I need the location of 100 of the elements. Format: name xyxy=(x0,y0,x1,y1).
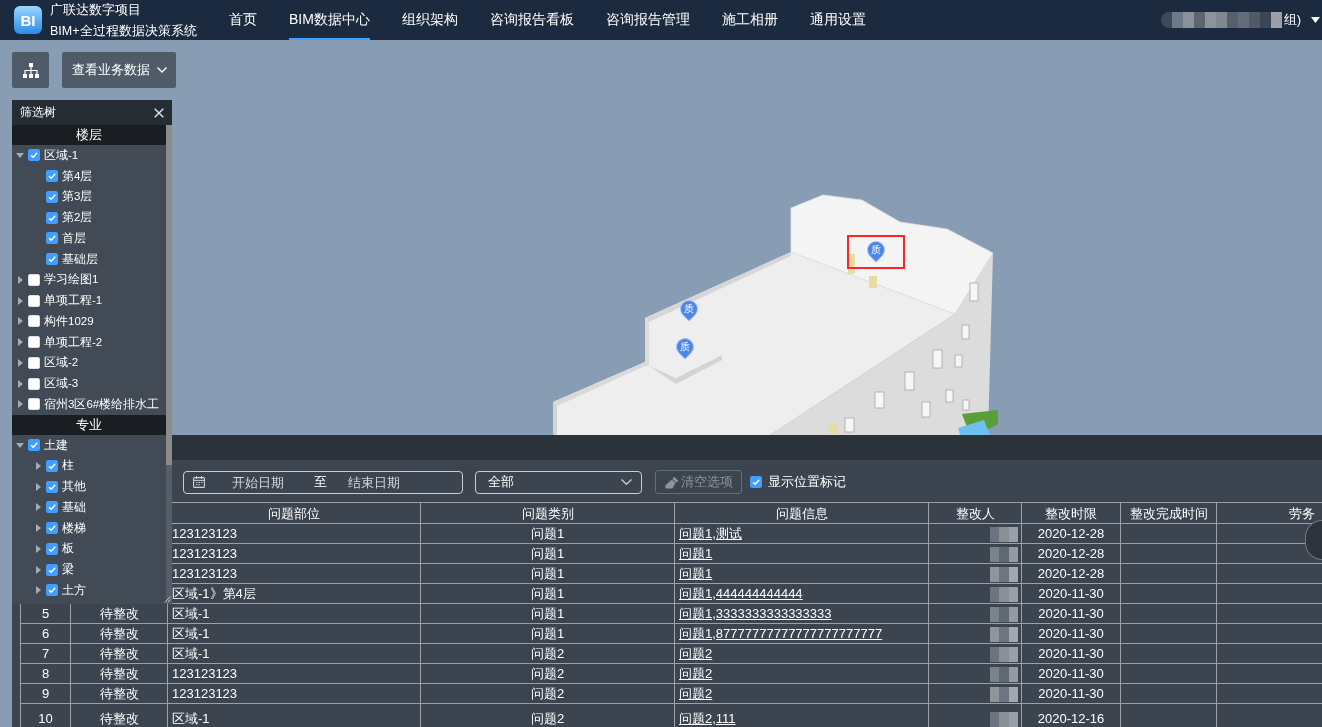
side-float-button[interactable] xyxy=(1305,520,1322,560)
nav-tab[interactable]: 首页 xyxy=(229,0,257,40)
table-cell: 9 xyxy=(20,683,71,704)
tree-item-label[interactable]: 梁 xyxy=(62,562,74,578)
table-cell: 123123123 xyxy=(167,683,421,704)
checkbox[interactable] xyxy=(28,149,40,162)
checkbox[interactable] xyxy=(750,476,762,488)
caret-right-icon[interactable] xyxy=(17,275,23,284)
issue-link[interactable]: 问题2,111 xyxy=(679,711,736,726)
scrollbar-thumb[interactable] xyxy=(166,125,172,465)
table-cell: 问题2 xyxy=(420,663,675,684)
caret-right-icon[interactable] xyxy=(35,524,41,533)
tree-item-label[interactable]: 其他 xyxy=(62,479,86,495)
tree-item-label[interactable]: 土建 xyxy=(44,437,68,453)
location-pin[interactable]: 质 xyxy=(679,299,699,323)
table-cell: 问题1 xyxy=(420,563,675,584)
tree-item-label[interactable]: 区域-3 xyxy=(44,376,79,392)
column-header: 问题信息 xyxy=(775,505,828,521)
table-cell: 问题1 xyxy=(420,623,675,644)
tree-item-label[interactable]: 第2层 xyxy=(62,210,93,226)
checkbox[interactable] xyxy=(46,459,58,472)
tree-item-label[interactable]: 楼梯 xyxy=(62,520,86,536)
caret-right-icon[interactable] xyxy=(17,379,23,388)
issue-link[interactable]: 问题2 xyxy=(679,666,713,681)
chevron-down-icon[interactable] xyxy=(621,479,632,485)
issue-link[interactable]: 问题2 xyxy=(679,686,713,701)
table-cell: 区域-1 xyxy=(167,643,421,664)
caret-right-icon[interactable] xyxy=(17,317,23,326)
checkbox[interactable] xyxy=(46,522,58,535)
tree-item-label[interactable]: 第3层 xyxy=(62,189,93,205)
start-date-field[interactable]: 开始日期 xyxy=(218,473,298,491)
nav-tab[interactable]: 施工相册 xyxy=(721,0,778,40)
checkbox[interactable] xyxy=(46,480,58,493)
nav-tab[interactable]: 通用设置 xyxy=(809,0,866,40)
tree-item-label[interactable]: 单项工程-1 xyxy=(44,293,103,309)
tree-item-label[interactable]: 单项工程-2 xyxy=(44,334,103,350)
scrollbar-track[interactable] xyxy=(166,125,172,604)
nav-tab[interactable]: 组织架构 xyxy=(401,0,458,40)
user-name[interactable]: 组) xyxy=(1283,11,1301,29)
tree-item-label[interactable]: 区域-1 xyxy=(44,147,79,163)
table-cell: 2020-12-28 xyxy=(1021,523,1121,544)
calendar-icon[interactable] xyxy=(193,476,205,488)
table-cell: 问题2 xyxy=(420,643,675,664)
checkbox[interactable] xyxy=(46,253,58,266)
caret-right-icon[interactable] xyxy=(17,338,23,347)
panel-title: 筛选树 xyxy=(20,104,56,121)
table-cell: 问题1 xyxy=(420,543,675,564)
tree-item-label[interactable]: 土方 xyxy=(62,582,86,598)
caret-down-icon[interactable] xyxy=(1311,17,1320,23)
tree-item-label[interactable]: 首层 xyxy=(62,230,86,246)
issue-link[interactable]: 问题1 xyxy=(679,566,713,581)
table-cell: 2020-12-28 xyxy=(1021,543,1121,564)
checkbox[interactable] xyxy=(46,232,58,245)
date-range-picker[interactable]: 开始日期 至 结束日期 xyxy=(183,470,463,494)
nav-tab[interactable]: 咨询报告管理 xyxy=(605,0,690,40)
checkbox[interactable] xyxy=(46,563,58,576)
org-chart-button[interactable] xyxy=(12,52,49,88)
issue-link[interactable]: 问题1 xyxy=(679,546,713,561)
checkbox[interactable] xyxy=(46,501,58,514)
business-data-button[interactable]: 查看业务数据 xyxy=(62,52,176,88)
tree-item-label[interactable]: 宿州3区6#楼给排水工 xyxy=(44,396,160,412)
nav-tab[interactable]: 咨询报告看板 xyxy=(489,0,574,40)
tree-item-label[interactable]: 第4层 xyxy=(62,168,93,184)
location-pin[interactable]: 质 xyxy=(847,235,905,269)
column-header: 问题部位 xyxy=(268,505,320,521)
caret-right-icon[interactable] xyxy=(35,461,41,470)
caret-right-icon[interactable] xyxy=(17,400,23,409)
checkbox[interactable] xyxy=(46,211,58,224)
category-select[interactable]: 全部 xyxy=(475,470,642,494)
resize-grip-icon[interactable] xyxy=(164,596,171,603)
column-header: 问题类别 xyxy=(521,505,574,521)
checkbox[interactable] xyxy=(46,170,58,183)
tree-item-label[interactable]: 构件1029 xyxy=(44,313,94,329)
caret-right-icon[interactable] xyxy=(35,503,41,512)
caret-right-icon[interactable] xyxy=(35,482,41,491)
issue-link[interactable]: 问题1,测试 xyxy=(679,526,742,541)
checkbox[interactable] xyxy=(46,542,58,555)
tree-item-label[interactable]: 区域-2 xyxy=(44,355,79,371)
end-date-field[interactable]: 结束日期 xyxy=(334,473,414,491)
tree-item-label[interactable]: 基础 xyxy=(62,499,86,515)
checkbox[interactable] xyxy=(46,584,58,597)
caret-right-icon[interactable] xyxy=(35,565,41,574)
caret-right-icon[interactable] xyxy=(35,544,41,553)
tree-item-label[interactable]: 学习绘图1 xyxy=(44,272,99,288)
caret-right-icon[interactable] xyxy=(17,296,23,305)
table-cell: 2020-11-30 xyxy=(1021,603,1121,624)
caret-right-icon[interactable] xyxy=(17,358,23,367)
close-icon[interactable] xyxy=(154,107,164,118)
tree-item-label[interactable]: 柱 xyxy=(62,458,74,474)
location-pin[interactable]: 质 xyxy=(675,337,695,361)
checkbox-label[interactable]: 显示位置标记 xyxy=(768,473,846,491)
tree-item-label[interactable]: 基础层 xyxy=(62,251,98,267)
section-header: 专业 xyxy=(12,414,166,435)
issue-link[interactable]: 问题2 xyxy=(679,646,713,661)
checkbox[interactable] xyxy=(28,439,40,452)
caret-right-icon[interactable] xyxy=(35,586,41,595)
checkbox[interactable] xyxy=(46,190,58,203)
tree-item-label[interactable]: 板 xyxy=(62,541,74,557)
table-cell: 问题1 xyxy=(420,523,675,544)
table-cell: 2020-11-30 xyxy=(1021,663,1121,684)
